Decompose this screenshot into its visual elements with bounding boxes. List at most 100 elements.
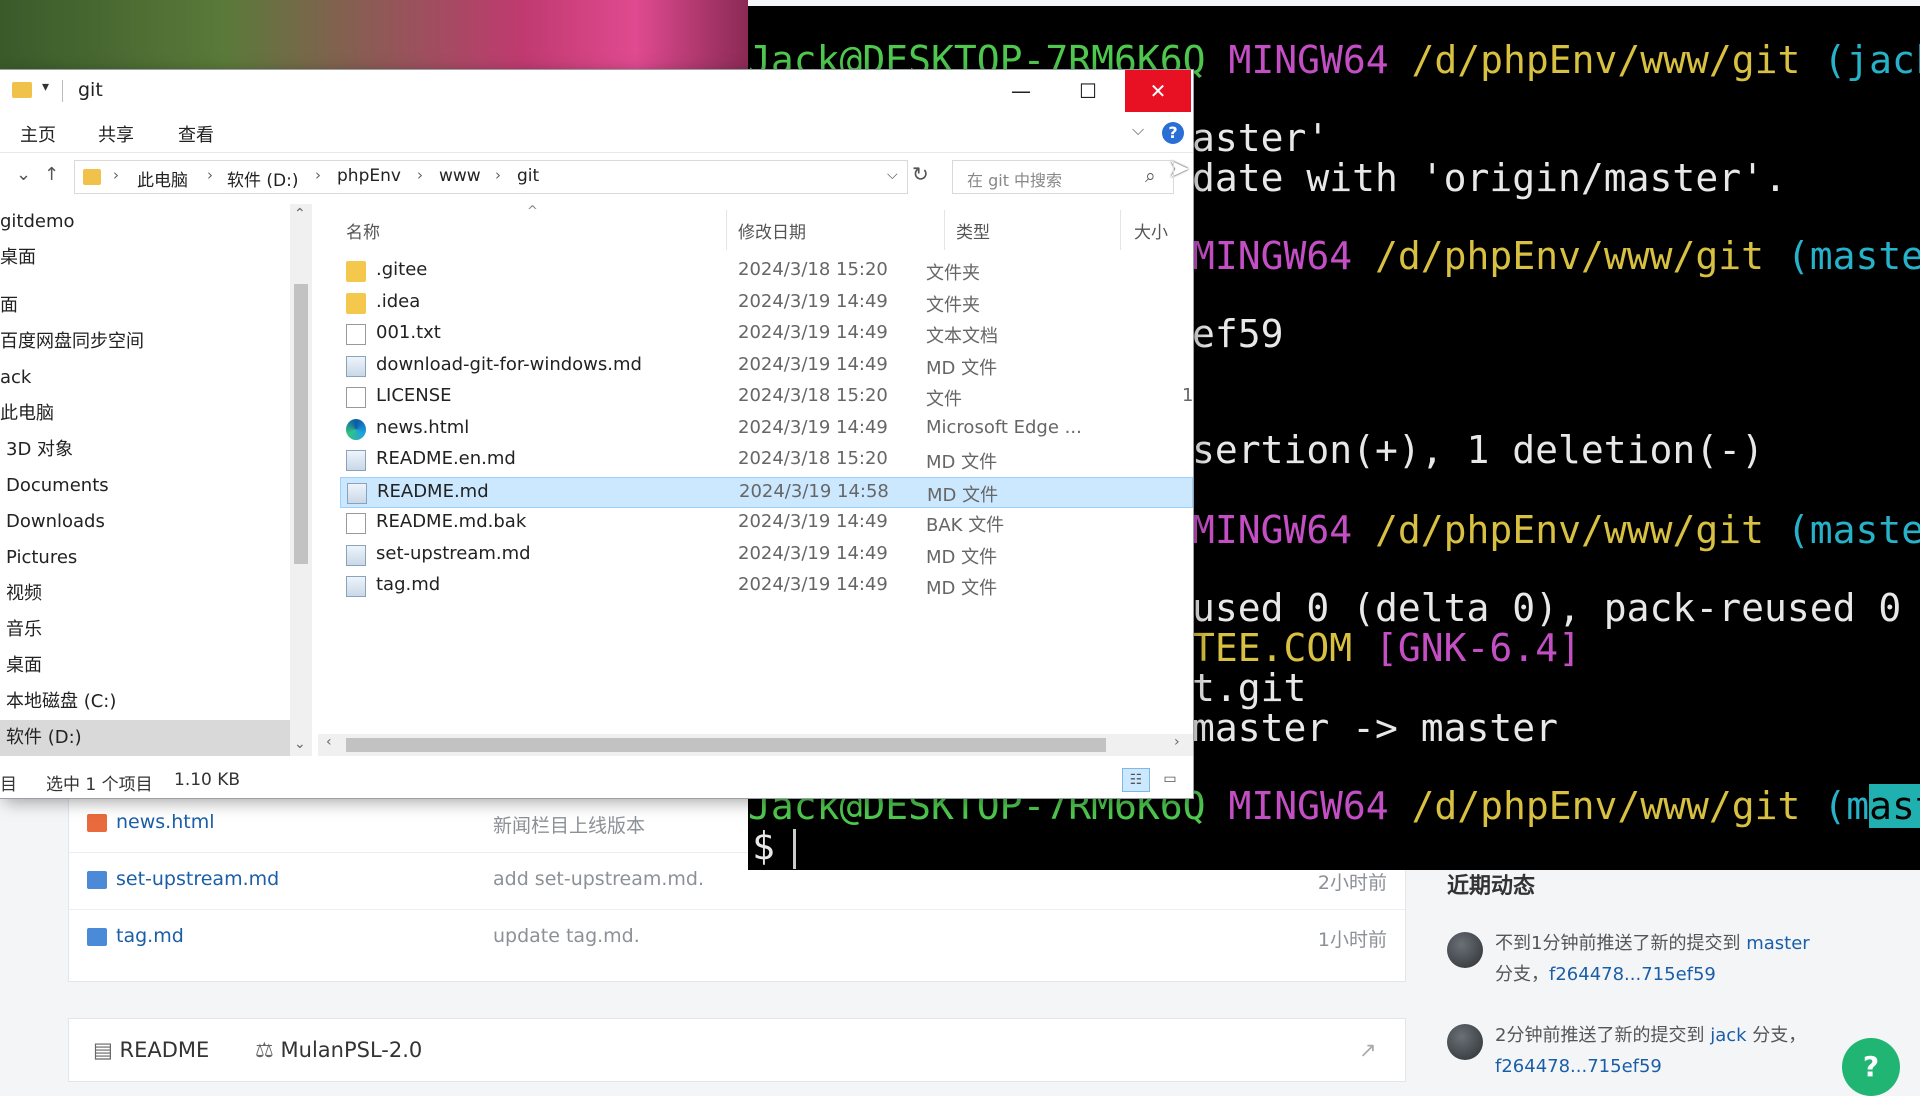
file-row[interactable]: 001.txt 2024/3/19 14:49 文本文档 [340,319,1193,350]
column-header-date[interactable]: 修改日期 [738,218,806,243]
refresh-icon[interactable]: ↻ [912,162,929,186]
file-date: 2024/3/18 15:20 [738,259,888,280]
recent-locations-icon[interactable]: ⌄ [16,164,31,185]
scroll-up-icon[interactable]: ⌃ [294,206,306,222]
file-name[interactable]: news.html [116,811,215,833]
tab-home[interactable]: 主页 [20,121,56,147]
column-header-size[interactable]: 大小 [1134,218,1168,243]
markdown-file-icon [87,928,107,946]
file-row[interactable]: .idea 2024/3/19 14:49 文件夹 [340,288,1193,319]
nav-item[interactable]: 面 [0,288,290,324]
large-icons-view-button[interactable]: ▭ [1156,768,1184,792]
nav-item[interactable]: ack [0,360,290,396]
file-row[interactable]: tag.md 2024/3/19 14:49 MD 文件 [340,571,1193,602]
nav-item[interactable]: gitdemo [0,204,290,240]
license-tab[interactable]: ⚖ MulanPSL-2.0 [255,1038,422,1062]
file-row[interactable]: news.html 2024/3/19 14:49 Microsoft Edge .… [340,414,1193,445]
markdown-file-icon [346,450,366,471]
scroll-right-icon[interactable]: › [1174,734,1180,750]
nav-item[interactable]: 视频 [0,576,290,612]
nav-item[interactable]: 桌面 [0,240,290,276]
maximize-button[interactable]: ☐ [1055,70,1121,112]
search-input[interactable]: 在 git 中搜索 ⌕ [952,160,1174,194]
folder-icon [12,82,32,98]
close-button[interactable]: ✕ [1125,70,1191,112]
status-size: 1.10 KB [174,770,241,790]
nav-item[interactable]: 本地磁盘 (C:) [0,684,290,720]
nav-item[interactable]: 音乐 [0,612,290,648]
details-view-button[interactable]: ☷ [1122,768,1150,792]
file-name[interactable]: tag.md [116,925,184,947]
file-row[interactable]: LICENSE 2024/3/18 15:20 文件 1 [340,382,1193,413]
file-explorer-window[interactable]: ▾ git — ☐ ✕ ➤ 主页 共享 查看 ⌵ ? ⌄ ↑ › 此电脑 › 软… [0,70,1193,798]
scrollbar-thumb[interactable] [346,738,1106,752]
column-header-type[interactable]: 类型 [956,218,990,243]
breadcrumb-this-pc[interactable]: 此电脑 [137,166,188,191]
open-external-icon[interactable]: ↗ [1359,1038,1377,1062]
tab-view[interactable]: 查看 [178,121,214,147]
commit-range-link[interactable]: f264478...715ef59 [1549,964,1716,985]
file-row[interactable]: README.en.md 2024/3/18 15:20 MD 文件 [340,445,1193,476]
commit-message[interactable]: update tag.md. [493,925,640,947]
markdown-file-icon [87,871,107,889]
status-item-count: 目 [0,775,17,795]
breadcrumb-drive-d[interactable]: 软件 (D:) [227,166,299,191]
file-list[interactable]: ^ 名称 修改日期 类型 大小 .gitee 2024/3/18 15:20 文件夹… [312,204,1193,756]
file-row-selected[interactable]: README.md 2024/3/19 14:58 MD 文件 [340,476,1193,508]
nav-item[interactable]: 桌面 [0,648,290,684]
up-arrow-icon[interactable]: ↑ [44,164,59,185]
scrollbar-thumb[interactable] [294,284,308,564]
file-type: MD 文件 [926,452,998,473]
scroll-left-icon[interactable]: ‹ [326,734,332,750]
address-bar[interactable]: › 此电脑 › 软件 (D:) › phpEnv › www › git ⌵ [74,160,908,194]
title-bar[interactable]: ▾ git — ☐ ✕ [0,70,1193,112]
file-row[interactable]: download-git-for-windows.md 2024/3/19 14:… [340,351,1193,382]
quick-access-toolbar-dropdown[interactable]: ▾ [42,79,49,95]
commit-time: 2小时前 [1317,872,1387,894]
tab-share[interactable]: 共享 [98,121,134,147]
scroll-down-icon[interactable]: ⌄ [294,736,306,752]
nav-item[interactable]: Pictures [0,540,290,576]
nav-scrollbar[interactable]: ⌃ ⌄ [290,204,312,756]
branch-link[interactable]: master [1746,933,1809,954]
column-header-name[interactable]: 名称 [346,218,380,243]
file-type: MD 文件 [926,578,998,599]
table-row[interactable]: tag.md update tag.md. 1小时前 [69,910,1405,966]
chevron-down-icon[interactable]: ⌵ [887,167,898,183]
file-row[interactable]: .gitee 2024/3/18 15:20 文件夹 [340,256,1193,287]
file-row[interactable]: set-upstream.md 2024/3/19 14:49 MD 文件 [340,540,1193,571]
nav-item[interactable]: 百度网盘同步空间 [0,324,290,360]
navigation-pane[interactable]: gitdemo 桌面 面 百度网盘同步空间 ack 此电脑 3D 对象 Docu… [0,204,290,756]
commit-message[interactable]: 新闻栏目上线版本 [493,811,645,838]
nav-item[interactable]: 3D 对象 [0,432,290,468]
folder-icon [346,292,366,314]
commit-range-link[interactable]: f264478...715ef59 [1495,1056,1662,1077]
file-name: LICENSE [376,385,452,406]
file-date: 2024/3/19 14:49 [738,353,888,375]
file-row[interactable]: README.md.bak 2024/3/19 14:49 BAK 文件 [340,508,1193,539]
commit-message[interactable]: add set-upstream.md. [493,868,704,890]
file-name[interactable]: set-upstream.md [116,868,279,890]
file-name: 001.txt [376,322,441,343]
file-type: 文件 [926,389,962,410]
breadcrumb-git[interactable]: git [517,166,539,186]
file-size: 1 [1182,385,1193,406]
horizontal-scrollbar[interactable]: ‹ › [318,734,1193,756]
help-button[interactable]: ? [1842,1038,1900,1096]
avatar[interactable] [1447,932,1483,968]
avatar[interactable] [1447,1024,1483,1060]
expand-ribbon-icon[interactable]: ⌵ [1132,120,1144,140]
help-icon[interactable]: ? [1162,122,1184,144]
nav-item[interactable]: 此电脑 [0,396,290,432]
folder-icon [346,261,366,282]
nav-item[interactable]: Downloads [0,504,290,540]
search-icon[interactable]: ⌕ [1145,165,1156,187]
breadcrumb-www[interactable]: www [439,166,481,186]
nav-item-selected[interactable]: 软件 (D:) [0,720,290,756]
nav-item[interactable]: Documents [0,468,290,504]
branch-link[interactable]: jack [1710,1025,1746,1046]
file-type: BAK 文件 [926,515,1005,536]
readme-tab[interactable]: ▤ README [93,1038,209,1062]
minimize-button[interactable]: — [988,70,1054,112]
breadcrumb-phpenv[interactable]: phpEnv [337,166,401,186]
